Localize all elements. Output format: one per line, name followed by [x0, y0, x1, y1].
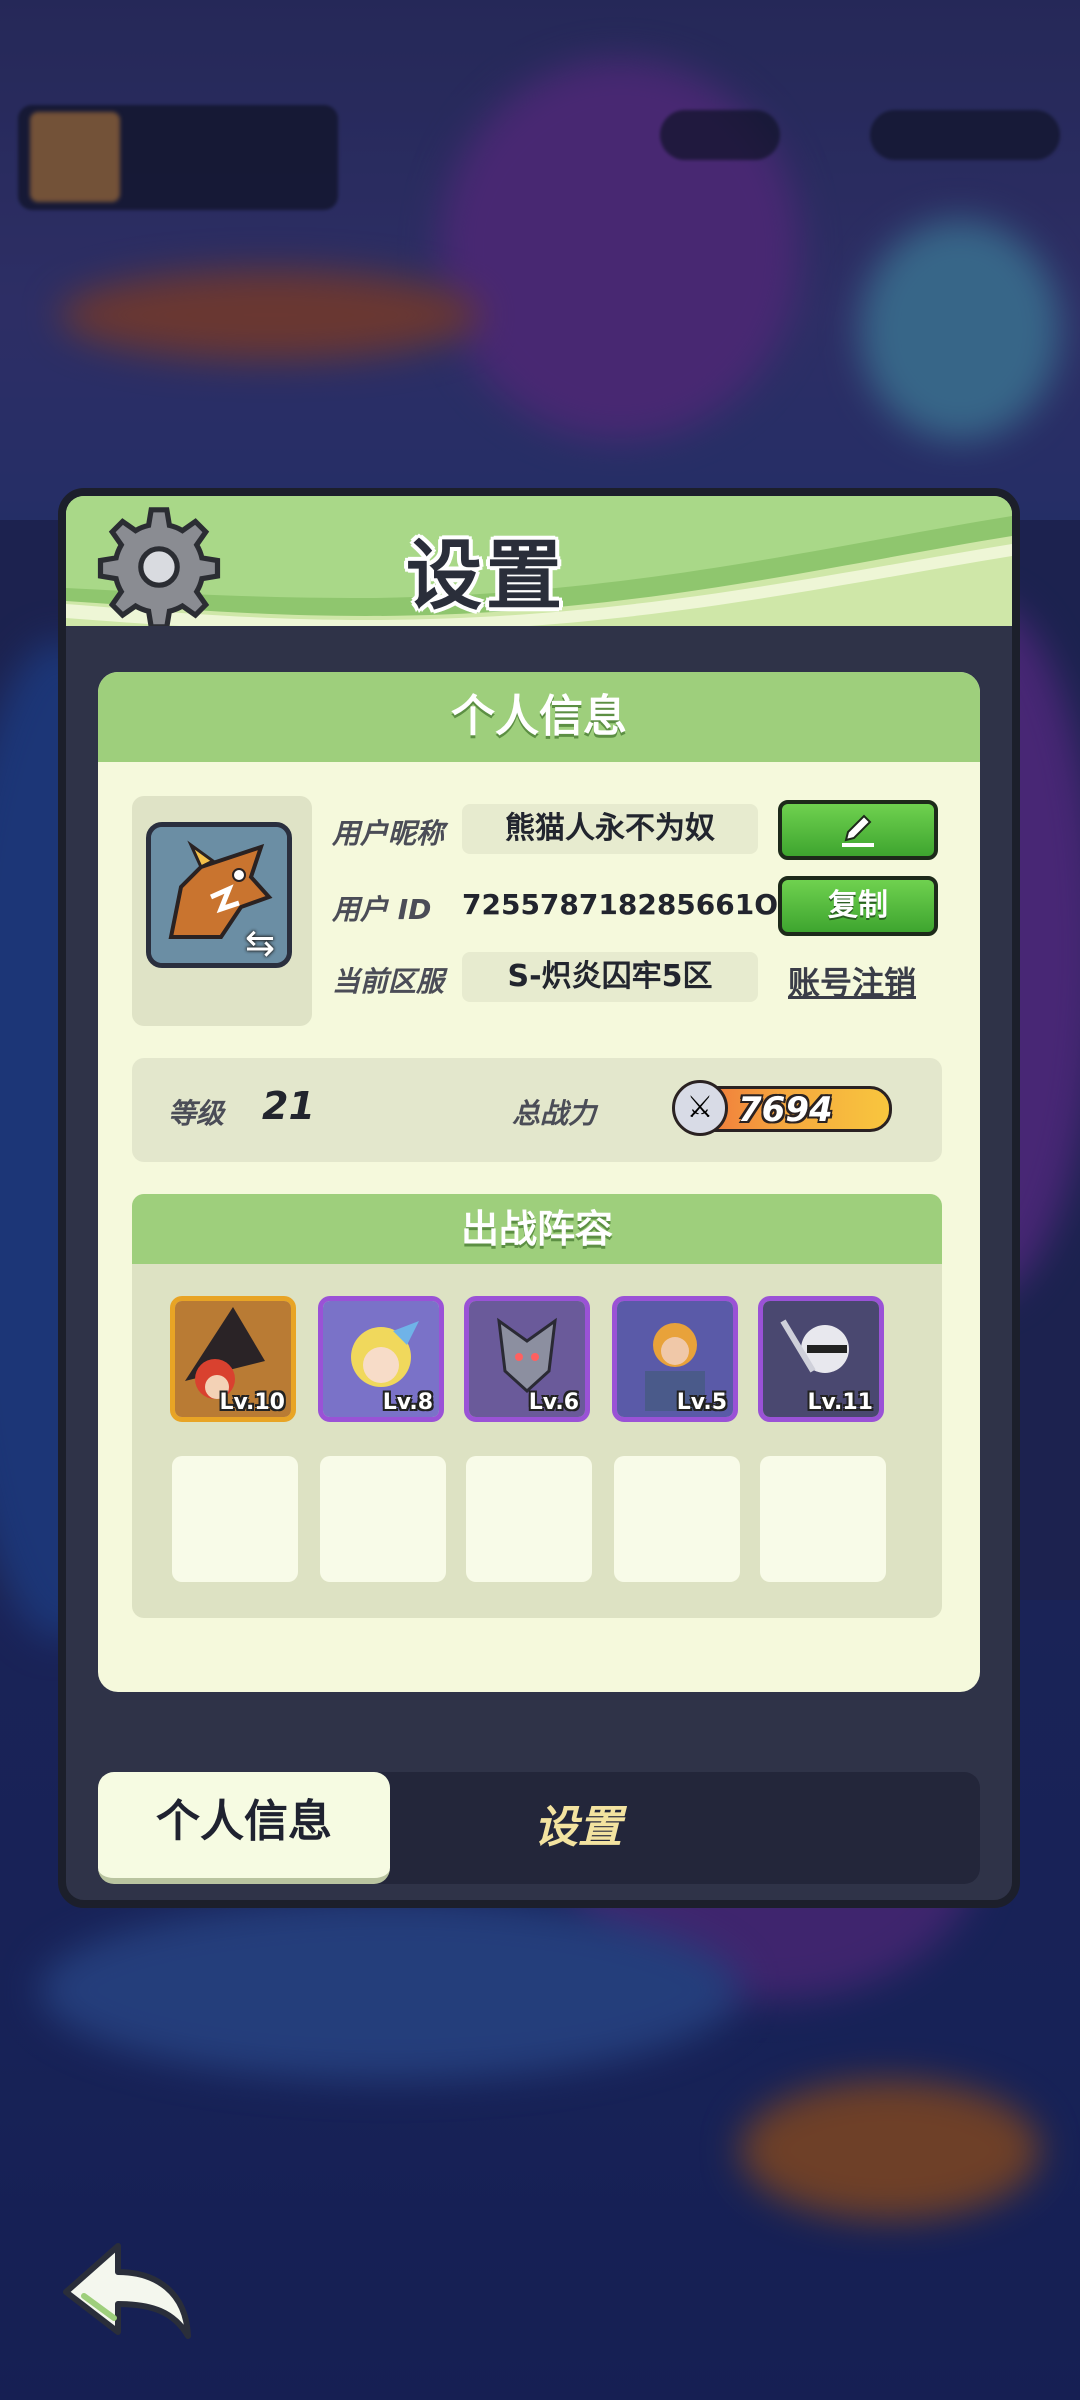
avatar-box: ⇆ — [132, 796, 312, 1026]
power-label: 总战力 — [512, 1097, 597, 1130]
gear-icon — [97, 507, 221, 626]
modal-header: 设置 — [66, 496, 1012, 626]
server-field: S-炽炎囚牢5区 — [462, 952, 758, 1002]
tab-bar: 个人信息 设置 — [98, 1772, 980, 1884]
pencil-icon — [842, 814, 874, 847]
level-value: 21 — [262, 1084, 315, 1128]
empty-slot[interactable] — [320, 1456, 446, 1582]
tab-profile[interactable]: 个人信息 — [98, 1772, 390, 1884]
edit-nickname-button[interactable] — [778, 800, 938, 860]
empty-slot[interactable] — [466, 1456, 592, 1582]
hero-level: Lv.6 — [528, 1390, 579, 1415]
stats-row: 等级 21 总战力 ⚔ 7694 — [132, 1058, 942, 1162]
settings-modal: 设置 个人信息 ⇆ 用户昵称 熊猫人永不为奴 用户 ID 72557871828… — [58, 488, 1020, 1908]
empty-slot[interactable] — [760, 1456, 886, 1582]
avatar[interactable]: ⇆ — [146, 822, 292, 968]
hero-level: Lv.10 — [219, 1390, 285, 1415]
lineup-panel: 出战阵容 Lv.10 Lv.8 Lv.6 Lv.5 Lv.11 — [132, 1194, 942, 1618]
user-id-label: 用户 ID — [332, 893, 432, 926]
panel-title: 个人信息 — [98, 672, 980, 762]
hero-slot-5[interactable]: Lv.11 — [758, 1296, 884, 1422]
nickname-label: 用户昵称 — [332, 817, 445, 850]
nickname-field: 熊猫人永不为奴 — [462, 804, 758, 854]
hero-level: Lv.5 — [676, 1390, 727, 1415]
cancel-account-link[interactable]: 账号注销 — [788, 958, 916, 1004]
copy-id-button[interactable]: 复制 — [778, 876, 938, 936]
crossed-swords-icon: ⚔ — [672, 1080, 728, 1136]
modal-title: 设置 — [406, 531, 566, 620]
hero-level: Lv.8 — [382, 1390, 433, 1415]
power-value: 7694 — [738, 1090, 833, 1130]
hero-slot-1[interactable]: Lv.10 — [170, 1296, 296, 1422]
empty-slot[interactable] — [614, 1456, 740, 1582]
hero-slot-2[interactable]: Lv.8 — [318, 1296, 444, 1422]
tab-settings[interactable]: 设置 — [478, 1772, 678, 1884]
power-badge: ⚔ 7694 — [672, 1080, 902, 1136]
hero-slot-3[interactable]: Lv.6 — [464, 1296, 590, 1422]
hero-level: Lv.11 — [807, 1390, 873, 1415]
swap-avatar-icon[interactable]: ⇆ — [245, 923, 287, 963]
empty-slot[interactable] — [172, 1456, 298, 1582]
user-id-field: 725578718285661O4 — [462, 888, 798, 921]
hero-slot-4[interactable]: Lv.5 — [612, 1296, 738, 1422]
back-arrow-icon[interactable] — [56, 2236, 196, 2346]
profile-panel: 个人信息 ⇆ 用户昵称 熊猫人永不为奴 用户 ID 72557871828566… — [98, 672, 980, 1692]
level-label: 等级 — [168, 1097, 225, 1130]
lineup-title: 出战阵容 — [132, 1194, 942, 1264]
server-label: 当前区服 — [332, 965, 445, 998]
